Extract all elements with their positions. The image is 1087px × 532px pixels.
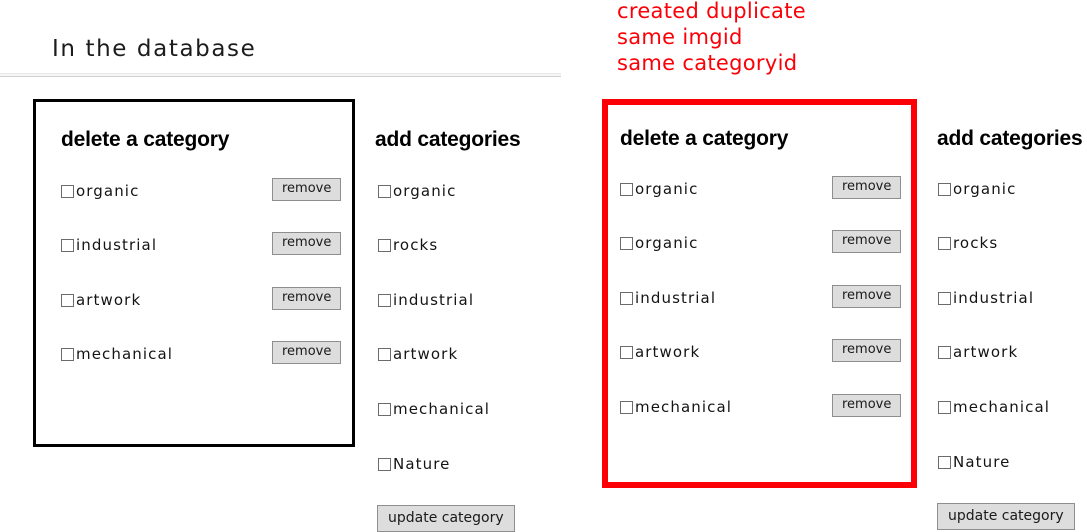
checkbox-left-add-1[interactable]: [378, 184, 391, 198]
left-add-row-1[interactable]: organic: [378, 182, 456, 200]
category-label: organic: [76, 182, 140, 200]
remove-button-left-2[interactable]: remove: [272, 232, 342, 255]
category-label: artwork: [393, 345, 459, 363]
category-label: industrial: [76, 236, 158, 254]
checkbox-left-delete-2[interactable]: [61, 238, 74, 252]
checkbox-left-add-5[interactable]: [378, 402, 391, 416]
title-divider: [0, 73, 561, 77]
right-add-row-3[interactable]: industrial: [938, 289, 1034, 307]
right-add-row-5[interactable]: mechanical: [938, 398, 1050, 416]
category-label: mechanical: [76, 345, 174, 363]
checkbox-left-add-6[interactable]: [378, 457, 391, 471]
right-delete-row-3[interactable]: industrial: [620, 289, 716, 307]
left-delete-row-1[interactable]: organic: [61, 182, 139, 200]
right-add-row-2[interactable]: rocks: [938, 234, 998, 252]
left-add-row-6[interactable]: Nature: [378, 455, 450, 473]
left-add-row-2[interactable]: rocks: [378, 236, 438, 254]
category-label: organic: [635, 180, 699, 198]
checkbox-right-delete-1[interactable]: [620, 182, 633, 196]
right-add-row-4[interactable]: artwork: [938, 343, 1018, 361]
checkbox-right-add-6[interactable]: [938, 455, 951, 469]
left-delete-row-2[interactable]: industrial: [61, 236, 157, 254]
checkbox-right-add-2[interactable]: [938, 236, 951, 250]
annotation-note: created duplicate same imgid same catego…: [617, 0, 806, 76]
remove-button-right-3[interactable]: remove: [832, 285, 902, 308]
checkbox-left-add-3[interactable]: [378, 293, 391, 307]
left-delete-category-heading: delete a category: [61, 128, 230, 151]
category-label: industrial: [953, 289, 1035, 307]
left-add-row-5[interactable]: mechanical: [378, 400, 490, 418]
category-label: artwork: [76, 291, 142, 309]
remove-button-left-1[interactable]: remove: [272, 178, 342, 201]
category-label: Nature: [953, 453, 1011, 471]
remove-button-right-5[interactable]: remove: [832, 394, 902, 417]
right-delete-category-heading: delete a category: [620, 127, 789, 150]
remove-button-right-2[interactable]: remove: [832, 230, 902, 253]
remove-button-right-4[interactable]: remove: [832, 339, 902, 362]
category-label: organic: [393, 182, 457, 200]
checkbox-left-delete-3[interactable]: [61, 293, 74, 307]
right-delete-row-4[interactable]: artwork: [620, 343, 700, 361]
checkbox-right-delete-4[interactable]: [620, 345, 633, 359]
category-label: mechanical: [393, 400, 491, 418]
checkbox-left-add-2[interactable]: [378, 238, 391, 252]
annotation-line-3: same categoryid: [617, 51, 798, 75]
checkbox-right-add-3[interactable]: [938, 291, 951, 305]
left-add-row-4[interactable]: artwork: [378, 345, 458, 363]
right-delete-row-5[interactable]: mechanical: [620, 398, 732, 416]
right-delete-row-2[interactable]: organic: [620, 234, 698, 252]
left-add-categories-heading: add categories: [375, 128, 521, 151]
right-delete-row-1[interactable]: organic: [620, 180, 698, 198]
right-add-categories-heading: add categories: [937, 127, 1083, 150]
annotation-line-2: same imgid: [617, 25, 743, 49]
update-category-button-right[interactable]: update category: [937, 503, 1075, 530]
right-add-row-1[interactable]: organic: [938, 180, 1016, 198]
category-label: industrial: [393, 291, 475, 309]
category-label: Nature: [393, 455, 451, 473]
category-label: organic: [953, 180, 1017, 198]
checkbox-right-delete-3[interactable]: [620, 291, 633, 305]
category-label: organic: [635, 234, 699, 252]
left-delete-row-4[interactable]: mechanical: [61, 345, 173, 363]
remove-button-left-4[interactable]: remove: [272, 341, 342, 364]
checkbox-right-delete-5[interactable]: [620, 400, 633, 414]
left-add-row-3[interactable]: industrial: [378, 291, 474, 309]
left-delete-row-3[interactable]: artwork: [61, 291, 141, 309]
checkbox-right-add-4[interactable]: [938, 345, 951, 359]
category-label: rocks: [393, 236, 439, 254]
category-label: mechanical: [635, 398, 733, 416]
checkbox-right-add-1[interactable]: [938, 182, 951, 196]
checkbox-right-add-5[interactable]: [938, 400, 951, 414]
right-add-row-6[interactable]: Nature: [938, 453, 1010, 471]
category-label: rocks: [953, 234, 999, 252]
page-title: In the database: [52, 36, 257, 62]
checkbox-left-delete-4[interactable]: [61, 347, 74, 361]
checkbox-right-delete-2[interactable]: [620, 236, 633, 250]
checkbox-left-add-4[interactable]: [378, 347, 391, 361]
annotation-line-1: created duplicate: [617, 0, 806, 23]
category-label: artwork: [635, 343, 701, 361]
category-label: mechanical: [953, 398, 1051, 416]
checkbox-left-delete-1[interactable]: [61, 184, 74, 198]
remove-button-left-3[interactable]: remove: [272, 287, 342, 310]
remove-button-right-1[interactable]: remove: [832, 176, 902, 199]
category-label: industrial: [635, 289, 717, 307]
category-label: artwork: [953, 343, 1019, 361]
